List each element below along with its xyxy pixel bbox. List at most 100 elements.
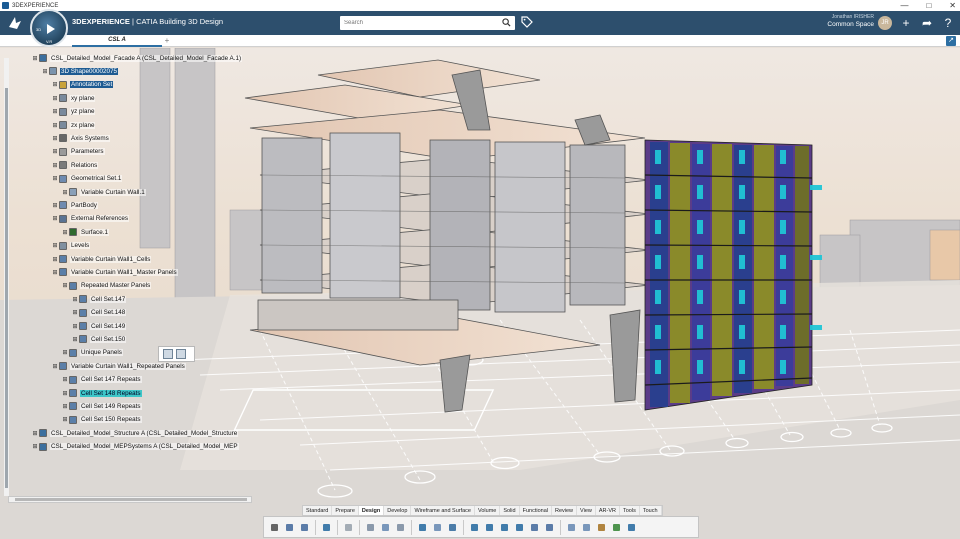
expand-toggle-icon[interactable]: ⊞ bbox=[62, 282, 68, 289]
minimize-icon[interactable]: — bbox=[900, 0, 908, 11]
expand-toggle-icon[interactable]: ⊞ bbox=[62, 376, 68, 383]
tree-node[interactable]: ⊞ Variable Curtain Wall.1 bbox=[62, 187, 146, 197]
tag-tool-icon[interactable] bbox=[580, 521, 593, 534]
settings-icon[interactable] bbox=[625, 521, 638, 534]
curtain-wall-icon[interactable] bbox=[498, 521, 511, 534]
action-tab[interactable]: Solid bbox=[500, 506, 520, 515]
stair-icon[interactable] bbox=[468, 521, 481, 534]
measure-icon[interactable] bbox=[565, 521, 578, 534]
expand-toggle-icon[interactable]: ⊞ bbox=[52, 256, 58, 263]
update-icon[interactable] bbox=[342, 521, 355, 534]
collab-space[interactable]: Common Space bbox=[814, 21, 874, 28]
paste-icon[interactable] bbox=[298, 521, 311, 534]
wall-icon[interactable] bbox=[483, 521, 496, 534]
expand-toggle-icon[interactable]: ⊞ bbox=[52, 269, 58, 276]
expand-toggle-icon[interactable]: ⊞ bbox=[52, 95, 58, 102]
tree-node[interactable]: ⊞ Cell Set 148 Repeats bbox=[62, 388, 142, 398]
layer-icon[interactable] bbox=[379, 521, 392, 534]
expand-toggle-icon[interactable]: ⊞ bbox=[42, 68, 48, 75]
expand-toggle-icon[interactable]: ⊞ bbox=[32, 55, 38, 62]
tree-node[interactable]: ⊞ PartBody bbox=[52, 200, 98, 210]
expand-toggle-icon[interactable]: ⊞ bbox=[52, 108, 58, 115]
expand-toggle-icon[interactable]: ⊞ bbox=[62, 189, 68, 196]
tree-node[interactable]: ⊞ Axis Systems bbox=[52, 133, 110, 143]
expand-toggle-icon[interactable]: ⊞ bbox=[62, 349, 68, 356]
beam-icon[interactable] bbox=[446, 521, 459, 534]
tree-node[interactable]: ⊞ Variable Curtain Wall1_Cells bbox=[52, 254, 152, 264]
tree-node[interactable]: ⊞ Cell Set.147 bbox=[72, 294, 127, 304]
tree-node[interactable]: ⊞ xy plane bbox=[52, 93, 96, 103]
cut-icon[interactable] bbox=[268, 521, 281, 534]
tree-node[interactable]: ⊞ Cell Set.149 bbox=[72, 321, 127, 331]
render-icon[interactable] bbox=[610, 521, 623, 534]
share-icon[interactable]: ➦ bbox=[921, 17, 933, 29]
expand-toggle-icon[interactable]: ⊞ bbox=[52, 135, 58, 142]
context-tool-icon[interactable] bbox=[163, 349, 173, 359]
expand-toggle-icon[interactable]: ⊞ bbox=[52, 81, 58, 88]
slab-icon[interactable] bbox=[431, 521, 444, 534]
expand-toggle-icon[interactable]: ⊞ bbox=[32, 430, 38, 437]
action-tab[interactable]: Design bbox=[358, 506, 385, 515]
expand-toggle-icon[interactable]: ⊞ bbox=[32, 443, 38, 450]
action-tab[interactable]: Standard bbox=[303, 506, 333, 515]
expand-toggle-icon[interactable]: ⊞ bbox=[52, 162, 58, 169]
tree-node[interactable]: ⊞ Relations bbox=[52, 160, 99, 170]
opening-icon[interactable] bbox=[513, 521, 526, 534]
compass-play-icon[interactable] bbox=[47, 24, 55, 34]
expand-toggle-icon[interactable]: ⊞ bbox=[72, 323, 78, 330]
tree-horizontal-scrollbar[interactable] bbox=[8, 496, 252, 503]
tree-node[interactable]: ⊞ Cell Set 150 Repeats bbox=[62, 415, 142, 425]
tab-csl-a[interactable]: CSL A bbox=[72, 35, 162, 47]
tree-node[interactable]: ⊞ zx plane bbox=[52, 120, 96, 130]
action-tab[interactable]: View bbox=[577, 506, 596, 515]
window-icon[interactable] bbox=[543, 521, 556, 534]
plane-icon[interactable] bbox=[364, 521, 377, 534]
tree-node[interactable]: ⊞ yz plane bbox=[52, 107, 96, 117]
search-box[interactable] bbox=[340, 16, 515, 30]
close-icon[interactable]: ✕ bbox=[949, 0, 956, 11]
scroll-thumb[interactable] bbox=[15, 498, 247, 501]
expand-toggle-icon[interactable]: ⊞ bbox=[62, 416, 68, 423]
tree-node[interactable]: ⊞ Cell Set.150 bbox=[72, 334, 127, 344]
expand-toggle-icon[interactable]: ⊞ bbox=[52, 215, 58, 222]
action-tab[interactable]: Review bbox=[552, 506, 578, 515]
scroll-thumb[interactable] bbox=[5, 88, 8, 488]
expand-toggle-icon[interactable]: ⊞ bbox=[72, 336, 78, 343]
search-icon[interactable] bbox=[502, 18, 511, 27]
tree-node[interactable]: ⊞ Cell Set 149 Repeats bbox=[62, 401, 142, 411]
copy-icon[interactable] bbox=[283, 521, 296, 534]
plus-icon[interactable]: + bbox=[900, 17, 912, 29]
expand-toggle-icon[interactable]: ⊞ bbox=[52, 202, 58, 209]
tree-node[interactable]: ⊞ Cell Set.148 bbox=[72, 308, 127, 318]
tree-node[interactable]: ⊞ Variable Curtain Wall1_Repeated Panels bbox=[52, 361, 186, 371]
expand-toggle-icon[interactable]: ⊞ bbox=[52, 175, 58, 182]
help-icon[interactable]: ? bbox=[942, 17, 954, 29]
action-tab[interactable]: Wireframe and Surface bbox=[411, 506, 475, 515]
material-icon[interactable] bbox=[595, 521, 608, 534]
compass-widget[interactable]: 3D V.R bbox=[30, 9, 68, 47]
tree-vertical-scrollbar[interactable] bbox=[4, 58, 9, 496]
action-tab[interactable]: Volume bbox=[475, 506, 501, 515]
tree-node[interactable]: ⊞ Parameters bbox=[52, 147, 105, 157]
tree-node[interactable]: ⊞ CSL_Detailed_Model_MEPSystems A (CSL_De… bbox=[32, 442, 239, 452]
search-input[interactable] bbox=[340, 17, 490, 29]
expand-icon[interactable]: ↗ bbox=[946, 36, 956, 46]
avatar[interactable]: JR bbox=[878, 16, 892, 30]
expand-toggle-icon[interactable]: ⊞ bbox=[52, 363, 58, 370]
tree-node[interactable]: ⊞ 3D Shape00002075 bbox=[42, 66, 119, 76]
action-tab[interactable]: Functional bbox=[520, 506, 552, 515]
tree-node[interactable]: ⊞ Unique Panels bbox=[62, 348, 123, 358]
expand-toggle-icon[interactable]: ⊞ bbox=[52, 148, 58, 155]
tree-node[interactable]: ⊞ CSL_Detailed_Model_Facade A (CSL_Detail… bbox=[32, 53, 243, 63]
tree-node[interactable]: ⊞ CSL_Detailed_Model_Structure A (CSL_Det… bbox=[32, 428, 239, 438]
place-icon[interactable] bbox=[416, 521, 429, 534]
ds-logo-icon[interactable] bbox=[6, 14, 24, 32]
action-tab[interactable]: Develop bbox=[384, 506, 412, 515]
context-tool-icon[interactable] bbox=[176, 349, 186, 359]
expand-toggle-icon[interactable]: ⊞ bbox=[52, 122, 58, 129]
action-tab[interactable]: Tools bbox=[620, 506, 640, 515]
expand-toggle-icon[interactable]: ⊞ bbox=[62, 390, 68, 397]
expand-toggle-icon[interactable]: ⊞ bbox=[62, 403, 68, 410]
grid-icon[interactable] bbox=[394, 521, 407, 534]
undo-icon[interactable] bbox=[320, 521, 333, 534]
